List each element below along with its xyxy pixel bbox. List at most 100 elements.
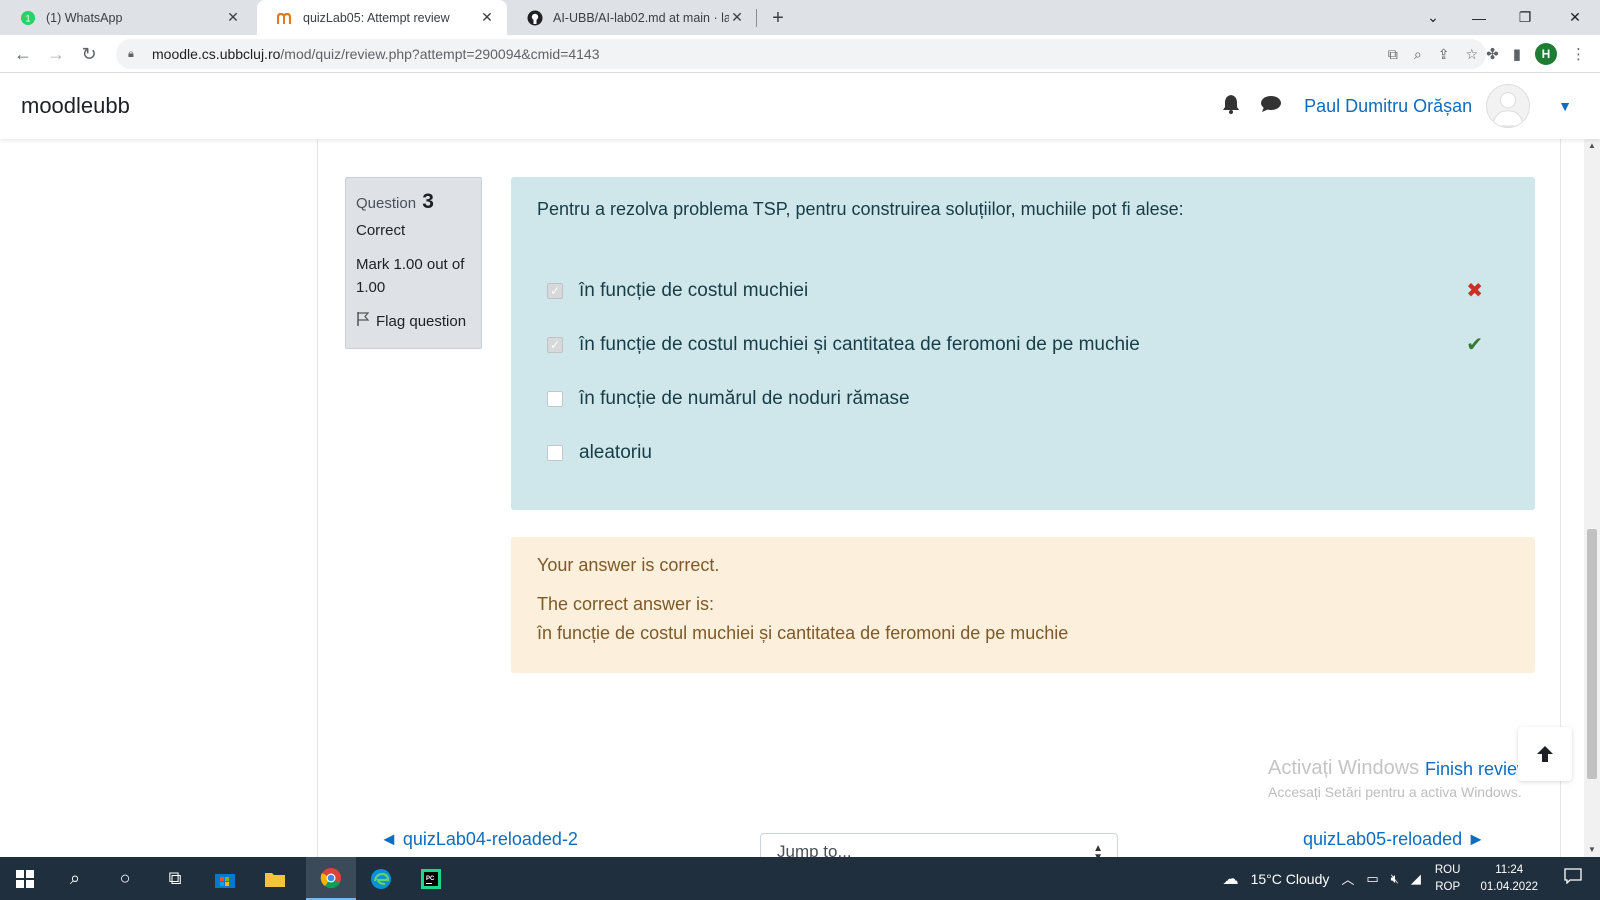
windows-start-icon[interactable] xyxy=(0,857,50,900)
new-tab-icon[interactable]: + xyxy=(766,6,790,30)
answer-text: în funcție de costul muchiei xyxy=(579,280,809,301)
chrome-icon[interactable] xyxy=(306,857,356,900)
page-scrollbar[interactable]: ▲ ▼ xyxy=(1584,139,1600,857)
bookmark-star-icon[interactable]: ☆ xyxy=(1465,46,1478,63)
zoom-icon[interactable]: ⌕ xyxy=(1414,46,1422,63)
close-tab-icon[interactable]: ✕ xyxy=(729,9,745,26)
close-tab-icon[interactable]: ✕ xyxy=(225,9,241,26)
store-icon[interactable] xyxy=(200,857,250,900)
flag-question-button[interactable]: Flag question xyxy=(356,311,471,331)
profile-avatar[interactable]: H xyxy=(1535,43,1557,65)
notification-center-icon[interactable] xyxy=(1564,868,1586,889)
extensions-puzzle-icon[interactable]: ✤ xyxy=(1486,45,1499,63)
side-panel-icon[interactable]: ▮ xyxy=(1513,45,1521,63)
cortana-icon[interactable]: ○ xyxy=(100,857,150,900)
tab-whatsapp[interactable]: 1 (1) WhatsApp ✕ xyxy=(0,0,253,35)
language-indicator[interactable]: ROU ROP xyxy=(1435,862,1461,896)
scroll-up-icon[interactable]: ▲ xyxy=(1587,141,1597,150)
weather-text[interactable]: 15°C Cloudy xyxy=(1251,871,1330,887)
user-menu-caret-icon[interactable]: ▼ xyxy=(1558,98,1572,114)
correct-check-icon: ✔ xyxy=(1466,334,1483,356)
tab-search-chevron-icon[interactable]: ⌄ xyxy=(1410,0,1456,35)
previous-activity-link[interactable]: ◄ quizLab04-reloaded-2 xyxy=(380,829,578,850)
wifi-icon[interactable]: ◢ xyxy=(1411,871,1421,887)
back-to-top-arrow-icon[interactable] xyxy=(1518,727,1572,781)
select-arrows-icon: ▲▼ xyxy=(1093,843,1103,858)
menu-kebab-icon[interactable]: ⋮ xyxy=(1571,45,1586,63)
language-secondary: ROP xyxy=(1435,880,1461,893)
scroll-down-icon[interactable]: ▼ xyxy=(1587,845,1597,854)
jump-to-select[interactable]: Jump to... ▲▼ xyxy=(760,833,1118,857)
answer-text: în funcție de numărul de noduri rămase xyxy=(579,388,910,409)
close-window-icon[interactable]: ✕ xyxy=(1552,0,1598,35)
answer-checkbox[interactable] xyxy=(547,391,563,407)
edge-icon[interactable] xyxy=(356,857,406,900)
answer-option: ✓ în funcție de costul muchiei și cantit… xyxy=(537,318,1509,372)
tab-separator xyxy=(756,9,757,27)
flag-icon xyxy=(356,311,370,331)
notifications-bell-icon[interactable] xyxy=(1222,94,1240,119)
finish-review-link[interactable]: Finish review xyxy=(1425,759,1521,780)
next-activity-link[interactable]: quizLab05-reloaded ► xyxy=(1303,829,1485,850)
moodle-icon xyxy=(277,10,293,26)
address-bar[interactable]: 🔒︎ moodle.cs.ubbcluj.ro/mod/quiz/review.… xyxy=(116,39,1486,69)
pycharm-icon[interactable]: PC xyxy=(406,857,456,900)
restore-icon[interactable]: ❐ xyxy=(1502,0,1548,35)
tab-quizlab05[interactable]: quizLab05: Attempt review ✕ xyxy=(257,0,507,35)
answer-text: în funcție de costul muchiei și cantitat… xyxy=(579,334,1140,355)
lock-icon: 🔒︎ xyxy=(128,47,134,60)
answer-option: în funcție de numărul de noduri rămase xyxy=(537,372,1509,426)
browser-toolbar: ← → ↻ 🔒︎ moodle.cs.ubbcluj.ro/mod/quiz/r… xyxy=(0,35,1600,73)
close-tab-icon[interactable]: ✕ xyxy=(479,9,495,26)
tray-chevron-icon[interactable]: ︿ xyxy=(1341,869,1354,888)
share-icon[interactable]: ⇪ xyxy=(1438,46,1450,63)
system-clock[interactable]: 11:24 01.04.2022 xyxy=(1480,862,1538,896)
user-name[interactable]: Paul Dumitru Orășan xyxy=(1304,96,1472,117)
answer-text: aleatoriu xyxy=(579,442,652,463)
clock-time: 11:24 xyxy=(1495,863,1524,876)
answer-feedback: Your answer is correct. The correct answ… xyxy=(511,537,1535,673)
answer-checkbox[interactable]: ✓ xyxy=(547,337,563,353)
battery-icon[interactable]: ▭ xyxy=(1366,871,1378,887)
browser-tab-strip: 1 (1) WhatsApp ✕ quizLab05: Attempt revi… xyxy=(0,0,1600,35)
question-text: Pentru a rezolva problema TSP, pentru co… xyxy=(537,199,1184,219)
scrollbar-thumb[interactable] xyxy=(1587,529,1597,779)
back-icon[interactable]: ← xyxy=(8,39,38,69)
messages-chat-icon[interactable] xyxy=(1260,95,1282,118)
answer-option: aleatoriu xyxy=(537,426,1509,480)
question-number-value: 3 xyxy=(422,190,434,213)
user-avatar[interactable] xyxy=(1486,84,1531,128)
feedback-verdict: Your answer is correct. xyxy=(537,555,720,575)
whatsapp-icon: 1 xyxy=(20,10,36,26)
search-icon[interactable]: ⌕ xyxy=(50,857,100,900)
translate-icon[interactable]: ⧉ xyxy=(1388,46,1398,63)
windows-activation-subtitle: Accesați Setări pentru a activa Windows. xyxy=(1268,784,1522,800)
answer-option: ✓ în funcție de costul muchiei ✖ xyxy=(537,264,1509,318)
main-column: Question 3 Correct Mark 1.00 out of 1.00… xyxy=(317,139,1561,857)
url-path: /mod/quiz/review.php?attempt=290094&cmid… xyxy=(280,46,600,62)
site-brand[interactable]: moodleubb xyxy=(21,93,130,119)
question-info-panel: Question 3 Correct Mark 1.00 out of 1.00… xyxy=(345,177,482,349)
reload-icon[interactable]: ↻ xyxy=(74,39,104,69)
github-icon xyxy=(527,10,543,26)
tab-title: quizLab05: Attempt review xyxy=(303,10,450,25)
flag-question-label: Flag question xyxy=(376,312,467,330)
volume-muted-icon[interactable]: 🔇︎ xyxy=(1391,871,1399,887)
question-mark: Mark 1.00 out of 1.00 xyxy=(356,256,465,296)
task-view-icon[interactable]: ⧉ xyxy=(150,857,200,900)
question-state: Correct xyxy=(356,222,406,239)
minimize-icon[interactable]: — xyxy=(1456,0,1502,35)
question-number: Question 3 xyxy=(356,190,471,214)
question-formulation: Pentru a rezolva problema TSP, pentru co… xyxy=(511,177,1535,510)
forward-icon[interactable]: → xyxy=(41,39,71,69)
page-content: Question 3 Correct Mark 1.00 out of 1.00… xyxy=(0,139,1584,857)
answer-checkbox[interactable]: ✓ xyxy=(547,283,563,299)
correct-answer-label: The correct answer is: xyxy=(537,594,715,614)
correct-answer-text: în funcție de costul muchiei și cantitat… xyxy=(537,623,1069,643)
tab-title: (1) WhatsApp xyxy=(46,10,123,25)
tab-github[interactable]: AI-UBB/AI-lab02.md at main · lau ✕ xyxy=(507,0,757,35)
question-label: Question xyxy=(356,195,417,212)
answer-checkbox[interactable] xyxy=(547,445,563,461)
file-explorer-icon[interactable] xyxy=(250,857,300,900)
weather-cloud-icon[interactable]: ☁ xyxy=(1223,869,1239,889)
